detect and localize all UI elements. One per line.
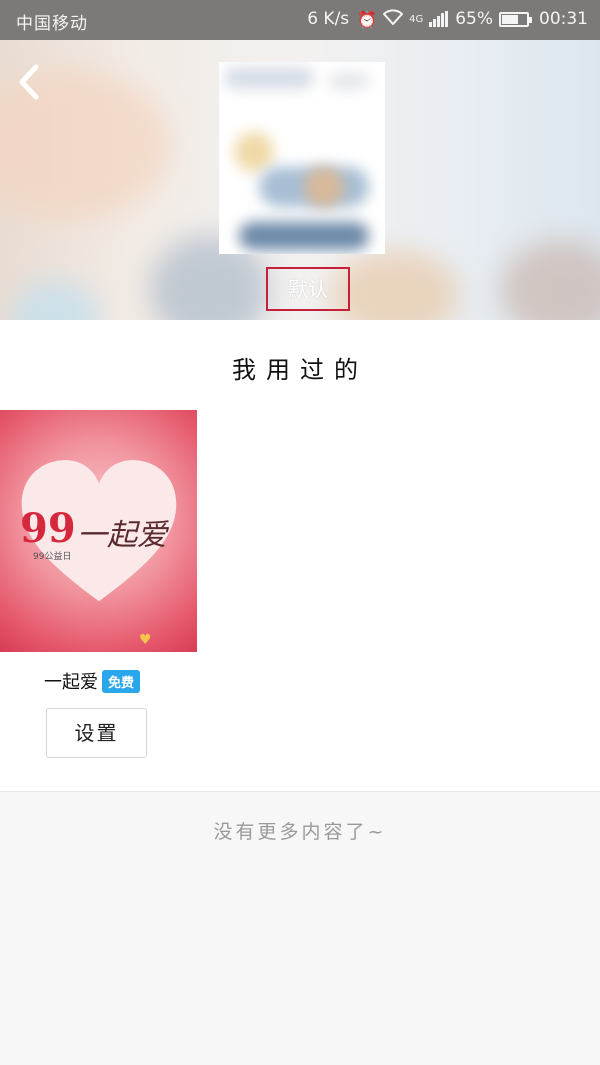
clock: 00:31	[539, 9, 588, 29]
card-calligraphy-title: 一起爱	[77, 518, 167, 553]
battery-percent: 65%	[455, 9, 493, 29]
gold-heart-icon: ♥	[139, 632, 152, 648]
signal-icon	[429, 11, 449, 27]
background-blur	[10, 280, 100, 320]
section-title: 我用过的	[232, 356, 368, 384]
charity-subtitle: 99公益日	[33, 552, 72, 562]
carrier-name: 中国移动	[16, 14, 88, 34]
free-badge: 免费	[102, 669, 141, 693]
status-icons: 6 K/s ⏰ 4G 65% 00:31	[307, 9, 588, 29]
back-chevron-icon[interactable]	[14, 62, 44, 102]
no-more-content-text: 没有更多内容了~	[213, 821, 387, 843]
network-type: 4G	[409, 13, 424, 25]
default-theme-label[interactable]: 默认	[266, 267, 350, 311]
divider	[0, 791, 600, 792]
charity-logo: 99	[20, 505, 76, 552]
network-speed: 6 K/s	[307, 9, 350, 29]
header-banner: 默认	[0, 40, 600, 320]
set-theme-button[interactable]: 设置	[46, 708, 147, 758]
battery-icon	[499, 11, 532, 27]
status-bar: 中国移动 6 K/s ⏰ 4G 65% 00:31	[0, 0, 600, 40]
background-blur	[500, 240, 600, 320]
theme-name: 一起爱	[44, 672, 98, 693]
theme-name-row: 一起爱 免费	[44, 668, 141, 694]
theme-preview-image[interactable]	[219, 62, 385, 254]
used-themes-section: 我用过的 99 99公益日 一起爱 ♥ 一起爱 免费 设置	[0, 320, 600, 791]
alarm-icon: ⏰	[357, 9, 378, 29]
theme-card-image[interactable]: 99 99公益日 一起爱 ♥	[0, 410, 197, 652]
wifi-icon	[382, 9, 404, 29]
